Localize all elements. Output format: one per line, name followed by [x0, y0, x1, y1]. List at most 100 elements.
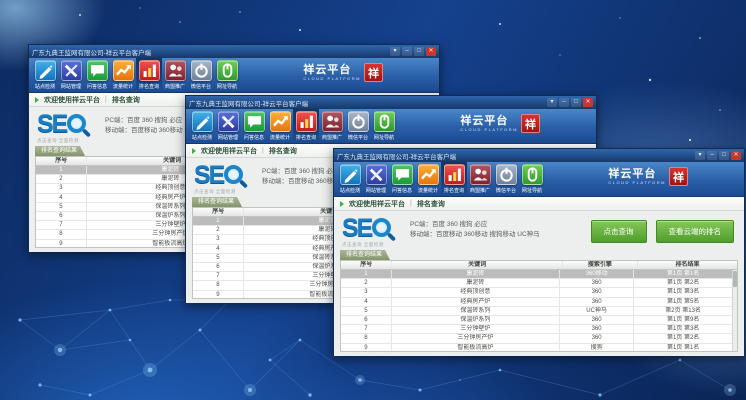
toolbar-item-label: 流量统计	[113, 82, 133, 89]
window-titlebar[interactable]: 广东九典王监网有限公司-祥云平台客户端 ▾ – □ ✕	[186, 96, 596, 109]
toolbar-item-wechat-platform[interactable]: 微信平台	[493, 162, 519, 196]
minimize-button[interactable]: –	[707, 151, 717, 160]
toolbar-item-site-nav[interactable]: 网址导航	[214, 58, 240, 92]
toolbar-item-label: 网站管理	[218, 133, 238, 140]
cell-res: 第1页 第2名	[634, 279, 732, 287]
site-manage-icon	[366, 164, 387, 185]
tab-rank-results[interactable]: 排名查询结果	[192, 197, 242, 207]
seo-tagline: 点击查询 全面检测	[194, 189, 258, 195]
cell-no: 6	[193, 263, 244, 271]
table-row[interactable]: 9智能板流高炉搜狗第1页 第1名	[341, 344, 732, 352]
table-row[interactable]: 7三分钟壁炉360第1页 第3名	[341, 325, 732, 334]
table-row[interactable]: 1康泥砖360移动第1页 第1名	[341, 270, 732, 279]
close-button[interactable]: ✕	[731, 151, 741, 160]
maximize-button[interactable]: □	[571, 98, 581, 107]
cell-kw: 三分钟壁炉	[392, 325, 560, 333]
toolbar-item-rank-query[interactable]: 排名查询	[293, 109, 319, 143]
view-cloud-rank-button[interactable]: 查看云端的排名	[656, 220, 735, 243]
table-row[interactable]: 2康泥砖360第1页 第2名	[341, 279, 732, 288]
toolbar-item-traffic-stats[interactable]: 流量统计	[415, 162, 441, 196]
table-row[interactable]: 5保温砖系列UC神马第2页 第13名	[341, 307, 732, 316]
close-button[interactable]: ✕	[583, 98, 593, 107]
skin-button[interactable]: ▾	[547, 98, 557, 107]
toolbar-item-site-manage[interactable]: 网站管理	[215, 109, 241, 143]
alliance-promo-icon	[322, 111, 343, 132]
toolbar-item-qa-info[interactable]: 问答信息	[389, 162, 415, 196]
traffic-stats-icon	[270, 111, 291, 132]
skin-button[interactable]: ▾	[695, 151, 705, 160]
site-check-icon	[192, 111, 213, 132]
toolbar-items: 站点检测网站管理问答信息流量统计排名查询商盟推广微信平台网址导航	[186, 109, 397, 143]
skin-button[interactable]: ▾	[390, 47, 400, 56]
cell-no: 8	[193, 281, 244, 289]
toolbar-item-alliance-promo[interactable]: 商盟推广	[319, 109, 345, 143]
table-row[interactable]: 6保温炉系列360第1页 第9名	[341, 316, 732, 325]
seo-letters: SE	[37, 111, 66, 137]
header-keyword: 关键词	[392, 261, 562, 269]
brand-seal-icon: 祥	[364, 63, 383, 82]
tab-rank-results[interactable]: 排名查询结果	[35, 146, 85, 156]
window-controls: ▾ – □ ✕	[547, 98, 593, 107]
window-titlebar[interactable]: 广东九典王监网有限公司-祥云平台客户端 ▾ – □ ✕	[334, 149, 744, 162]
magnifier-icon	[224, 165, 245, 186]
toolbar-item-alliance-promo[interactable]: 商盟推广	[162, 58, 188, 92]
header-index: 序号	[193, 208, 244, 216]
minimize-button[interactable]: –	[402, 47, 412, 56]
toolbar-items: 站点检测网站管理问答信息流量统计排名查询商盟推广微信平台网址导航	[29, 58, 240, 92]
toolbar-item-label: 问答信息	[244, 133, 264, 140]
scrollbar-thumb[interactable]	[733, 271, 737, 287]
cell-kw: 康泥砖	[392, 270, 560, 278]
rank-query-icon	[444, 164, 465, 185]
query-button[interactable]: 点击查询	[591, 220, 647, 243]
cell-no: 4	[36, 194, 87, 202]
qa-info-icon	[87, 60, 108, 81]
table-row[interactable]: 8三分钟房产炉360第1页 第2名	[341, 334, 732, 343]
maximize-button[interactable]: □	[719, 151, 729, 160]
table-row[interactable]: 4经典房产炉360第1页 第5名	[341, 298, 732, 307]
toolbar-item-qa-info[interactable]: 问答信息	[84, 58, 110, 92]
seo-logo: SE 点击查询 全面检测	[342, 215, 406, 248]
cell-no: 7	[341, 325, 392, 333]
breadcrumb-welcome: 欢迎使用祥云平台	[44, 95, 100, 105]
window-title: 广东九典王监网有限公司-祥云平台客户端	[189, 98, 547, 108]
toolbar-item-alliance-promo[interactable]: 商盟推广	[467, 162, 493, 196]
toolbar-item-site-check[interactable]: 站点检测	[32, 58, 58, 92]
toolbar-item-label: 站点检测	[35, 82, 55, 89]
rank-results-table: 序号 关键词 搜索引擎 排名结果 1康泥砖360移动第1页 第1名2康泥砖360…	[340, 260, 738, 352]
toolbar-item-traffic-stats[interactable]: 流量统计	[110, 58, 136, 92]
seo-logo: SE 点击查询 全面检测	[37, 111, 101, 144]
tab-rank-results[interactable]: 排名查询结果	[340, 250, 390, 260]
cell-no: 2	[36, 175, 87, 183]
toolbar-item-wechat-platform[interactable]: 微信平台	[345, 109, 371, 143]
minimize-button[interactable]: –	[559, 98, 569, 107]
cell-eng: 360	[560, 288, 634, 296]
maximize-button[interactable]: □	[414, 47, 424, 56]
cell-no: 4	[341, 298, 392, 306]
window-titlebar[interactable]: 广东九典王监网有限公司-祥云平台客户端 ▾ – □ ✕	[29, 45, 439, 58]
cell-no: 6	[341, 316, 392, 324]
close-button[interactable]: ✕	[426, 47, 436, 56]
table-scrollbar[interactable]	[732, 270, 737, 351]
toolbar-item-rank-query[interactable]: 排名查询	[441, 162, 467, 196]
toolbar-item-rank-query[interactable]: 排名查询	[136, 58, 162, 92]
toolbar-item-traffic-stats[interactable]: 流量统计	[267, 109, 293, 143]
content-area: SE 点击查询 全面检测 PC端：百度 360 搜狗 必应 移动端：百度移动 3…	[334, 211, 744, 356]
toolbar-item-wechat-platform[interactable]: 微信平台	[188, 58, 214, 92]
toolbar-item-site-check[interactable]: 站点检测	[189, 109, 215, 143]
window-controls: ▾ – □ ✕	[695, 151, 741, 160]
toolbar-item-site-nav[interactable]: 网址导航	[519, 162, 545, 196]
cell-res: 第2页 第13名	[634, 307, 732, 315]
wechat-platform-icon	[348, 111, 369, 132]
toolbar-item-qa-info[interactable]: 问答信息	[241, 109, 267, 143]
cell-eng: 360	[560, 316, 634, 324]
toolbar-item-label: 网址导航	[217, 82, 237, 89]
table-row[interactable]: 3经典顶创意360第1页 第3名	[341, 288, 732, 297]
toolbar-item-site-manage[interactable]: 网站管理	[58, 58, 84, 92]
toolbar-item-site-check[interactable]: 站点检测	[337, 162, 363, 196]
header-result: 排名结果	[638, 261, 737, 269]
window-title: 广东九典王监网有限公司-祥云平台客户端	[32, 47, 390, 57]
breadcrumb-section: 排名查询	[112, 95, 140, 105]
toolbar-item-site-manage[interactable]: 网站管理	[363, 162, 389, 196]
toolbar-item-site-nav[interactable]: 网址导航	[371, 109, 397, 143]
brand-subtitle: CLOUD PLATFORM	[303, 76, 361, 81]
